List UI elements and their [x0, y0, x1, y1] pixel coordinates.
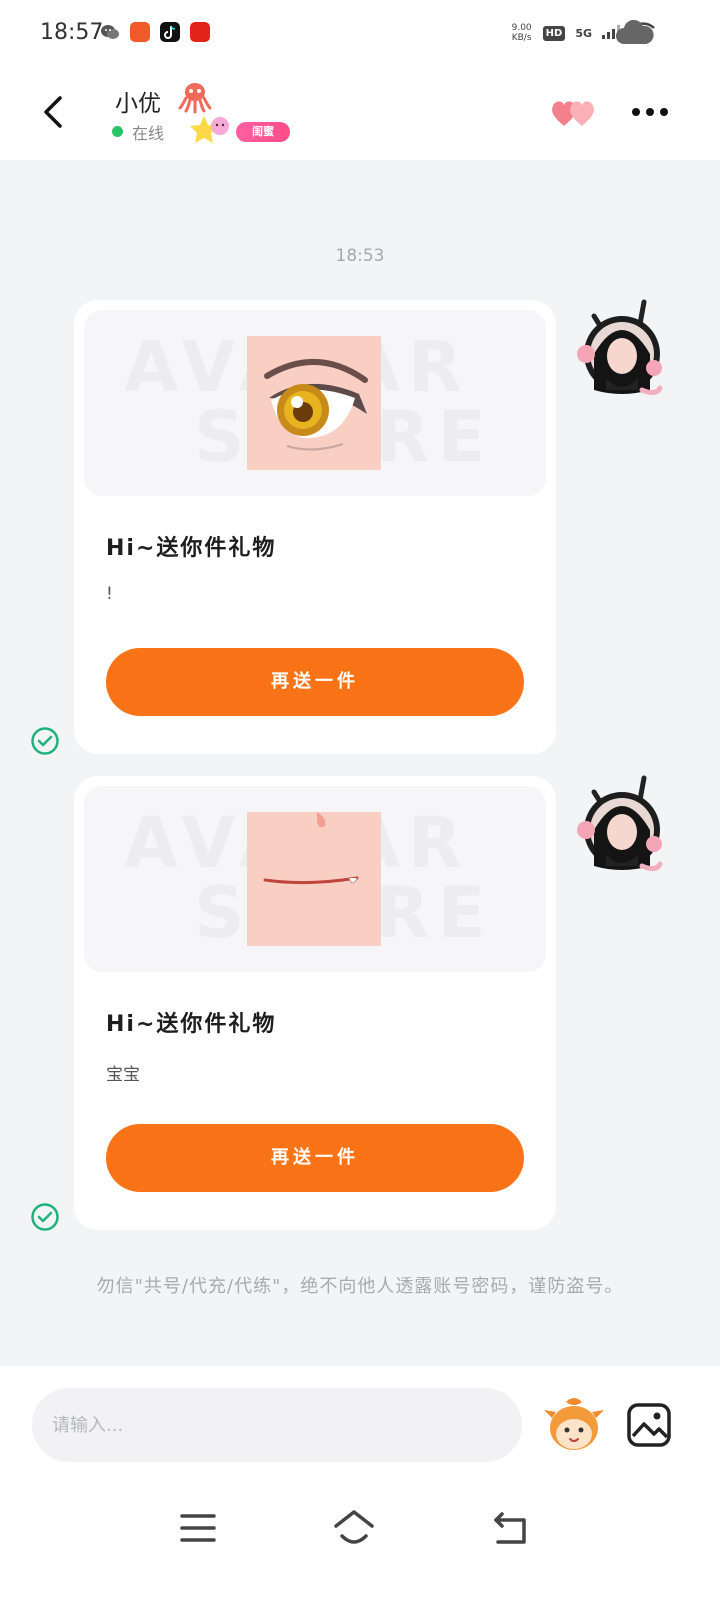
- gift-title: Hi~送你件礼物: [106, 536, 277, 561]
- online-indicator: [112, 126, 123, 137]
- cloud-icon: [614, 18, 654, 48]
- tiktok-icon: [160, 22, 180, 42]
- relation-badge: 闺蜜: [236, 122, 290, 142]
- message-input[interactable]: [32, 1388, 522, 1462]
- sent-check-icon: [30, 726, 60, 756]
- sent-check-icon: [30, 1202, 60, 1232]
- gift-eye-image[interactable]: [247, 336, 381, 470]
- status-time: 18:57: [40, 20, 104, 45]
- gift-image-area: AVATAR STORE: [84, 310, 546, 496]
- input-bar: [0, 1366, 720, 1486]
- wechat-icon: [100, 22, 120, 42]
- net-speed: 9.00 KB/s: [511, 23, 533, 43]
- online-status: 在线: [132, 124, 165, 143]
- gift-image-area: AVATAR STORE: [84, 786, 546, 972]
- user-avatar[interactable]: [572, 298, 668, 402]
- mascot-emoji-icon[interactable]: [542, 1392, 606, 1456]
- network-type: 5G: [575, 26, 592, 40]
- gift-card: AVATAR STORE Hi~送你件礼物 宝宝 再送一件: [74, 776, 556, 1230]
- gift-message: !: [106, 584, 113, 604]
- net-speed-value: 9.00: [511, 23, 532, 33]
- back-icon[interactable]: [36, 90, 72, 134]
- more-icon[interactable]: [628, 102, 672, 122]
- user-avatar[interactable]: [572, 774, 668, 878]
- gift-message: 宝宝: [106, 1065, 140, 1085]
- hd-badge: HD: [542, 25, 566, 41]
- gift-title: Hi~送你件礼物: [106, 1012, 277, 1037]
- gift-mouth-image[interactable]: [247, 812, 381, 946]
- friendship-star-icon: [186, 112, 238, 148]
- octopus-icon: [178, 80, 212, 114]
- chat-header: 小优 在线 闺蜜: [0, 66, 720, 160]
- send-again-button[interactable]: 再送一件: [106, 648, 524, 716]
- gift-card: AVATAR STORE Hi~送你件礼物 ! 再送一件: [74, 300, 556, 754]
- net-speed-unit: KB/s: [511, 33, 532, 43]
- pinduoduo-icon: [190, 22, 210, 42]
- contact-name[interactable]: 小优: [115, 84, 161, 118]
- home-icon[interactable]: [332, 1508, 376, 1548]
- status-bar: 18:57 9.00 KB/s HD 5G: [0, 0, 720, 66]
- app-red-icon: [130, 22, 150, 42]
- image-icon[interactable]: [626, 1402, 672, 1448]
- back-nav-icon[interactable]: [490, 1508, 534, 1548]
- hearts-icon[interactable]: [548, 96, 600, 130]
- system-nav-bar: [0, 1486, 720, 1600]
- security-notice: 勿信"共号/代充/代练"，绝不向他人透露账号密码，谨防盗号。: [96, 1276, 624, 1297]
- menu-icon[interactable]: [176, 1508, 220, 1548]
- chat-timestamp: 18:53: [335, 246, 385, 266]
- send-again-button[interactable]: 再送一件: [106, 1124, 524, 1192]
